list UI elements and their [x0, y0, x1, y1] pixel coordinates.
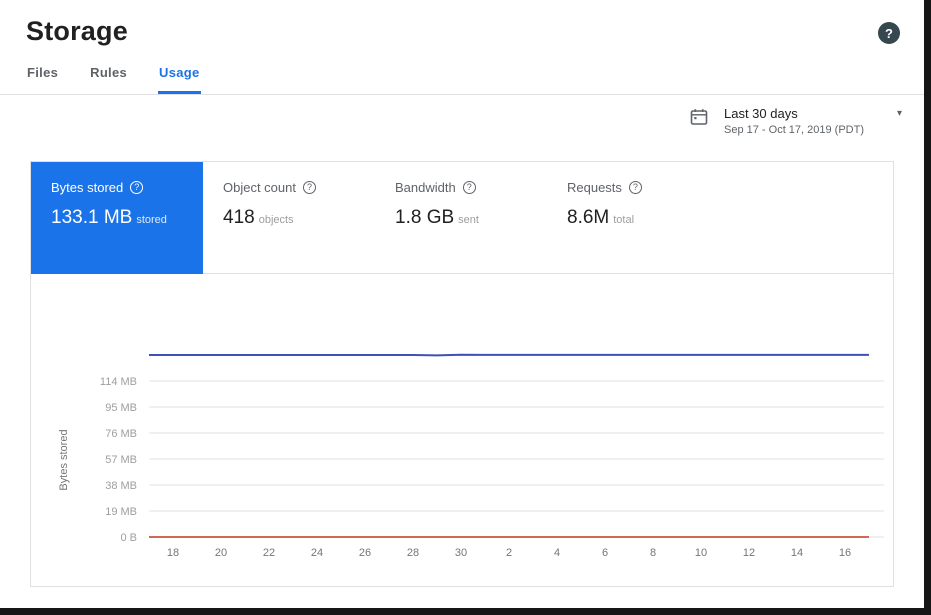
metric-unit: objects	[259, 214, 294, 226]
metric-card-bandwidth[interactable]: Bandwidth ? 1.8 GB sent	[375, 162, 547, 274]
svg-text:19 MB: 19 MB	[105, 506, 137, 518]
svg-text:24: 24	[311, 547, 323, 559]
tab-usage[interactable]: Usage	[158, 59, 201, 94]
metric-value: 133.1 MB	[51, 207, 132, 228]
svg-text:10: 10	[695, 547, 707, 559]
help-icon[interactable]: ?	[878, 22, 900, 44]
chart-area: Bytes stored 114 MB 95 MB 76 MB 57 MB 38 MB 1…	[31, 274, 893, 572]
metric-unit: stored	[136, 214, 167, 226]
metric-unit: total	[613, 214, 634, 226]
page-header: Storage ?	[0, 0, 924, 47]
metric-label: Object count	[223, 180, 296, 195]
svg-text:8: 8	[650, 547, 656, 559]
svg-text:14: 14	[791, 547, 803, 559]
date-row: Last 30 days ▾ Sep 17 - Oct 17, 2019 (PD…	[0, 95, 924, 147]
metric-value: 8.6M	[567, 207, 609, 228]
svg-text:22: 22	[263, 547, 275, 559]
page-title: Storage	[26, 16, 128, 47]
date-range-detail: Sep 17 - Oct 17, 2019 (PDT)	[724, 124, 902, 136]
y-axis-label: Bytes stored	[58, 429, 70, 490]
svg-text:114 MB: 114 MB	[100, 376, 137, 388]
date-range-label: Last 30 days	[724, 106, 798, 121]
usage-card: Bytes stored ? 133.1 MB stored Object cou…	[30, 161, 894, 587]
usage-chart: Bytes stored 114 MB 95 MB 76 MB 57 MB 38 MB 1…	[39, 332, 897, 567]
metric-card-bytes-stored[interactable]: Bytes stored ? 133.1 MB stored	[31, 162, 203, 274]
metric-card-requests[interactable]: Requests ? 8.6M total	[547, 162, 719, 274]
chevron-down-icon: ▾	[897, 108, 902, 119]
metric-row: Bytes stored ? 133.1 MB stored Object cou…	[31, 162, 893, 274]
svg-text:26: 26	[359, 547, 371, 559]
tab-bar: Files Rules Usage	[0, 59, 924, 95]
metric-value: 418	[223, 207, 255, 228]
svg-text:57 MB: 57 MB	[105, 454, 137, 466]
svg-text:76 MB: 76 MB	[105, 428, 137, 440]
metric-unit: sent	[458, 214, 479, 226]
metric-label: Requests	[567, 180, 622, 195]
svg-text:16: 16	[839, 547, 851, 559]
metric-label: Bandwidth	[395, 180, 456, 195]
calendar-icon	[690, 108, 708, 131]
help-icon: ?	[463, 181, 476, 194]
metric-card-object-count[interactable]: Object count ? 418 objects	[203, 162, 375, 274]
svg-text:20: 20	[215, 547, 227, 559]
tab-rules[interactable]: Rules	[89, 59, 128, 94]
svg-text:2: 2	[506, 547, 512, 559]
metric-label: Bytes stored	[51, 180, 123, 195]
help-icon: ?	[629, 181, 642, 194]
tab-files[interactable]: Files	[26, 59, 59, 94]
help-icon: ?	[130, 181, 143, 194]
date-texts: Last 30 days ▾ Sep 17 - Oct 17, 2019 (PD…	[724, 106, 902, 136]
svg-text:18: 18	[167, 547, 179, 559]
svg-text:0 B: 0 B	[120, 532, 137, 544]
svg-text:28: 28	[407, 547, 419, 559]
help-icon: ?	[303, 181, 316, 194]
storage-page: Storage ? Files Rules Usage Last 30 days…	[0, 0, 924, 608]
svg-text:95 MB: 95 MB	[105, 402, 137, 414]
svg-text:38 MB: 38 MB	[105, 480, 137, 492]
svg-text:30: 30	[455, 547, 467, 559]
svg-text:12: 12	[743, 547, 755, 559]
svg-text:4: 4	[554, 547, 560, 559]
svg-text:6: 6	[602, 547, 608, 559]
date-range-picker[interactable]: Last 30 days ▾ Sep 17 - Oct 17, 2019 (PD…	[690, 106, 902, 136]
metric-value: 1.8 GB	[395, 207, 454, 228]
